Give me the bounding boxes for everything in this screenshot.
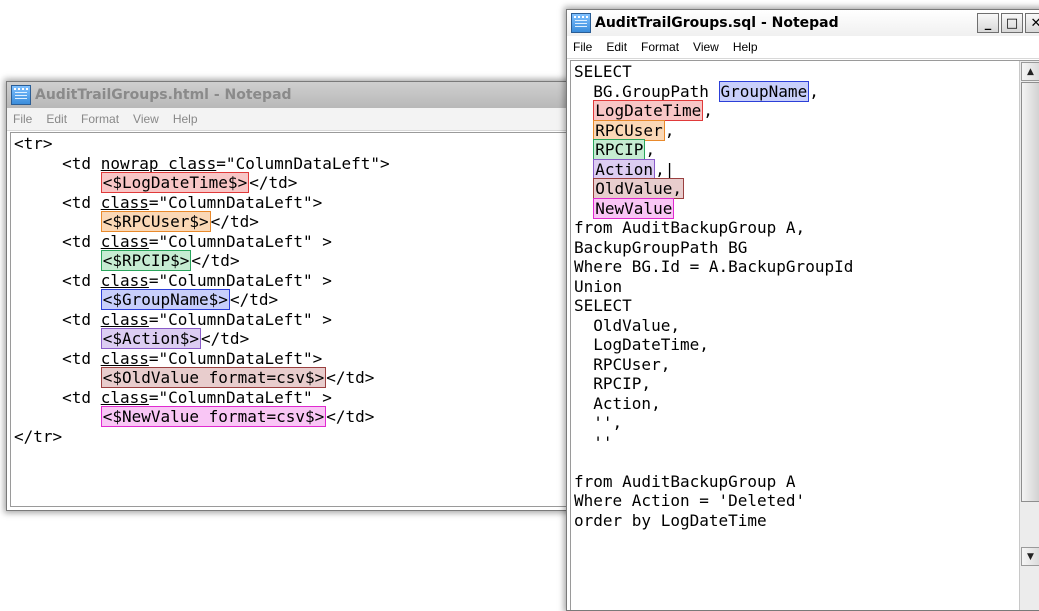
html-editor[interactable]: <tr> <td nowrap class="ColumnDataLeft"> … <box>10 132 567 507</box>
code-line: <tr> <box>14 134 53 153</box>
notepad-icon <box>11 85 31 105</box>
code-line: <$RPCIP$> </td> <box>100 250 240 271</box>
scroll-up-button[interactable]: ▲ <box>1021 62 1039 81</box>
code-line: <$Action$> </td> <box>100 328 250 349</box>
menu-help[interactable]: Help <box>166 112 205 126</box>
code-line: from AuditBackupGroup A, <box>574 218 806 237</box>
code-line: BackupGroupPath BG <box>574 237 748 257</box>
code-line: RPCUser, <box>574 354 671 374</box>
code-line: RPCUser, <box>593 119 675 141</box>
highlight-newvalue: NewValue <box>593 197 675 219</box>
code-line: <$GroupName$> </td> <box>100 289 279 310</box>
scroll-down-button[interactable]: ▼ <box>1021 547 1039 566</box>
code-line: order by LogDateTime <box>574 510 767 530</box>
highlight-newvalue: <$NewValue format=csv$> <box>100 406 327 427</box>
code-line: LogDateTime, <box>593 100 713 121</box>
menu-help[interactable]: Help <box>726 40 765 54</box>
minimize-button[interactable]: _ <box>977 13 999 33</box>
notepad-icon <box>571 13 591 33</box>
code-line: SELECT <box>574 296 632 315</box>
code-line: RPCIP, <box>574 374 652 393</box>
code-line: <$OldValue format=csv$> </td> <box>100 367 375 388</box>
code-line: <$RPCUser$> </td> <box>100 211 259 232</box>
code-line: OldValue, <box>574 178 684 199</box>
vertical-scrollbar[interactable]: ▲ ▼ <box>1019 61 1039 610</box>
code-line: <$NewValue format=csv$> </td> <box>100 406 375 427</box>
html-window-titlebar[interactable]: AuditTrailGroups.html - Notepad <box>7 82 570 108</box>
highlight-groupname: GroupName <box>718 80 810 102</box>
html-notepad-window[interactable]: AuditTrailGroups.html - Notepad File Edi… <box>6 81 571 511</box>
menu-view[interactable]: View <box>126 112 166 126</box>
menu-edit[interactable]: Edit <box>39 112 74 126</box>
sql-editor[interactable]: SELECT BG.GroupPath GroupName, LogDateTi… <box>570 60 1039 610</box>
close-button[interactable]: ✕ <box>1025 13 1039 33</box>
code-line: <td class="ColumnDataLeft" > <box>14 387 332 407</box>
code-line: '', <box>574 413 623 432</box>
sql-notepad-window[interactable]: AuditTrailGroups.sql - Notepad _ □ ✕ Fil… <box>566 9 1039 611</box>
code-line: <td class="ColumnDataLeft"> <box>14 192 323 212</box>
highlight-logdatetime: <$LogDateTime$> <box>100 172 250 193</box>
code-line: Action, <box>574 393 661 413</box>
highlight-rpcuser: <$RPCUser$> <box>100 211 211 232</box>
menu-format[interactable]: Format <box>634 40 686 54</box>
code-line: <td class="ColumnDataLeft" > <box>14 231 332 251</box>
menu-edit[interactable]: Edit <box>599 40 634 54</box>
scroll-thumb[interactable] <box>1021 82 1039 502</box>
highlight-groupname: <$GroupName$> <box>100 289 230 310</box>
code-line: <td class="ColumnDataLeft" > <box>14 270 332 290</box>
code-line: <td class="ColumnDataLeft" > <box>14 309 332 329</box>
maximize-button[interactable]: □ <box>1001 13 1023 33</box>
code-line: Action ,| <box>593 158 675 180</box>
menu-file[interactable]: File <box>7 112 39 126</box>
code-line: <$LogDateTime$> </td> <box>100 172 298 193</box>
html-window-title: AuditTrailGroups.html - Notepad <box>35 87 292 103</box>
code-line: LogDateTime, <box>574 335 709 354</box>
code-line: OldValue, <box>574 315 680 335</box>
sql-window-title: AuditTrailGroups.sql - Notepad <box>595 15 839 31</box>
code-line: from AuditBackupGroup A <box>574 471 796 491</box>
highlight-action: Action <box>593 158 656 180</box>
menu-format[interactable]: Format <box>74 112 126 126</box>
sql-window-menubar: File Edit Format View Help <box>567 36 1039 59</box>
code-line: Where Action = 'Deleted' <box>574 491 806 510</box>
highlight-rpcuser: RPCUser <box>593 119 665 141</box>
code-line: RPCIP, <box>593 139 656 160</box>
code-line: </tr> <box>14 426 63 446</box>
menu-view[interactable]: View <box>686 40 726 54</box>
highlight-rpcip: RPCIP <box>593 139 646 160</box>
sql-window-titlebar[interactable]: AuditTrailGroups.sql - Notepad _ □ ✕ <box>567 10 1039 36</box>
highlight-rpcip: <$RPCIP$> <box>100 250 192 271</box>
html-window-menubar: File Edit Format View Help <box>7 108 570 131</box>
highlight-oldvalue: OldValue, <box>593 178 684 199</box>
code-line: <td class="ColumnDataLeft"> <box>14 348 323 368</box>
code-line: '' <box>574 432 613 452</box>
highlight-action: <$Action$> <box>100 328 202 349</box>
code-line: SELECT <box>574 62 632 81</box>
code-line: NewValue <box>574 197 675 219</box>
highlight-oldvalue: <$OldValue format=csv$> <box>100 367 327 388</box>
code-line: BG.GroupPath GroupName, <box>574 80 819 102</box>
sql-code: SELECT BG.GroupPath GroupName, LogDateTi… <box>574 62 853 530</box>
highlight-logdatetime: LogDateTime <box>593 100 704 121</box>
code-line: Where BG.Id = A.BackupGroupId <box>574 257 854 276</box>
menu-file[interactable]: File <box>567 40 599 54</box>
html-code: <tr> <td nowrap class="ColumnDataLeft"> … <box>14 134 390 446</box>
code-line: <td nowrap class="ColumnDataLeft"> <box>14 153 390 173</box>
code-line: Union <box>574 276 623 296</box>
